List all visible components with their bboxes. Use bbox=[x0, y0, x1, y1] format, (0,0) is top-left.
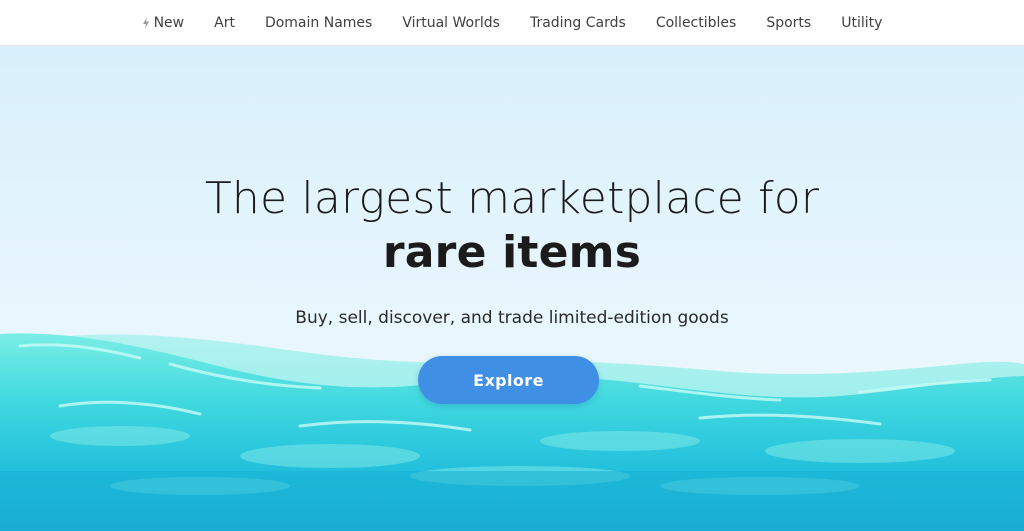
nav-item-domain-names[interactable]: Domain Names bbox=[250, 15, 387, 31]
explore-button[interactable]: Explore bbox=[418, 356, 599, 404]
category-nav: New Art Domain Names Virtual Worlds Trad… bbox=[127, 15, 898, 31]
nav-item-label: Utility bbox=[841, 14, 883, 31]
nav-item-label: Art bbox=[214, 14, 235, 31]
hero-subtitle: Buy, sell, discover, and trade limited-e… bbox=[295, 308, 729, 328]
deep-water bbox=[0, 471, 1024, 531]
bolt-icon bbox=[142, 16, 149, 29]
headline-light-text: The largest marketplace for bbox=[204, 173, 820, 224]
hero-section: The largest marketplace for rare items B… bbox=[0, 46, 1024, 531]
nav-item-collectibles[interactable]: Collectibles bbox=[641, 15, 752, 31]
nav-item-label: New bbox=[153, 14, 185, 31]
nav-item-new[interactable]: New bbox=[127, 15, 200, 31]
ocean-waves-illustration bbox=[0, 333, 1024, 531]
nav-item-label: Domain Names bbox=[264, 14, 373, 31]
headline-bold-text: rare items bbox=[382, 227, 642, 278]
nav-item-label: Sports bbox=[766, 14, 812, 31]
nav-item-trading-cards[interactable]: Trading Cards bbox=[515, 15, 641, 31]
top-nav: New Art Domain Names Virtual Worlds Trad… bbox=[0, 0, 1024, 46]
nav-item-label: Virtual Worlds bbox=[402, 14, 500, 31]
nav-item-virtual-worlds[interactable]: Virtual Worlds bbox=[387, 15, 515, 31]
nav-item-art[interactable]: Art bbox=[199, 15, 250, 31]
hero-headline: The largest marketplace for rare items bbox=[0, 172, 1024, 280]
nav-item-label: Trading Cards bbox=[529, 14, 626, 31]
nav-item-utility[interactable]: Utility bbox=[826, 15, 897, 31]
nav-item-label: Collectibles bbox=[655, 14, 737, 31]
nav-item-sports[interactable]: Sports bbox=[751, 15, 826, 31]
